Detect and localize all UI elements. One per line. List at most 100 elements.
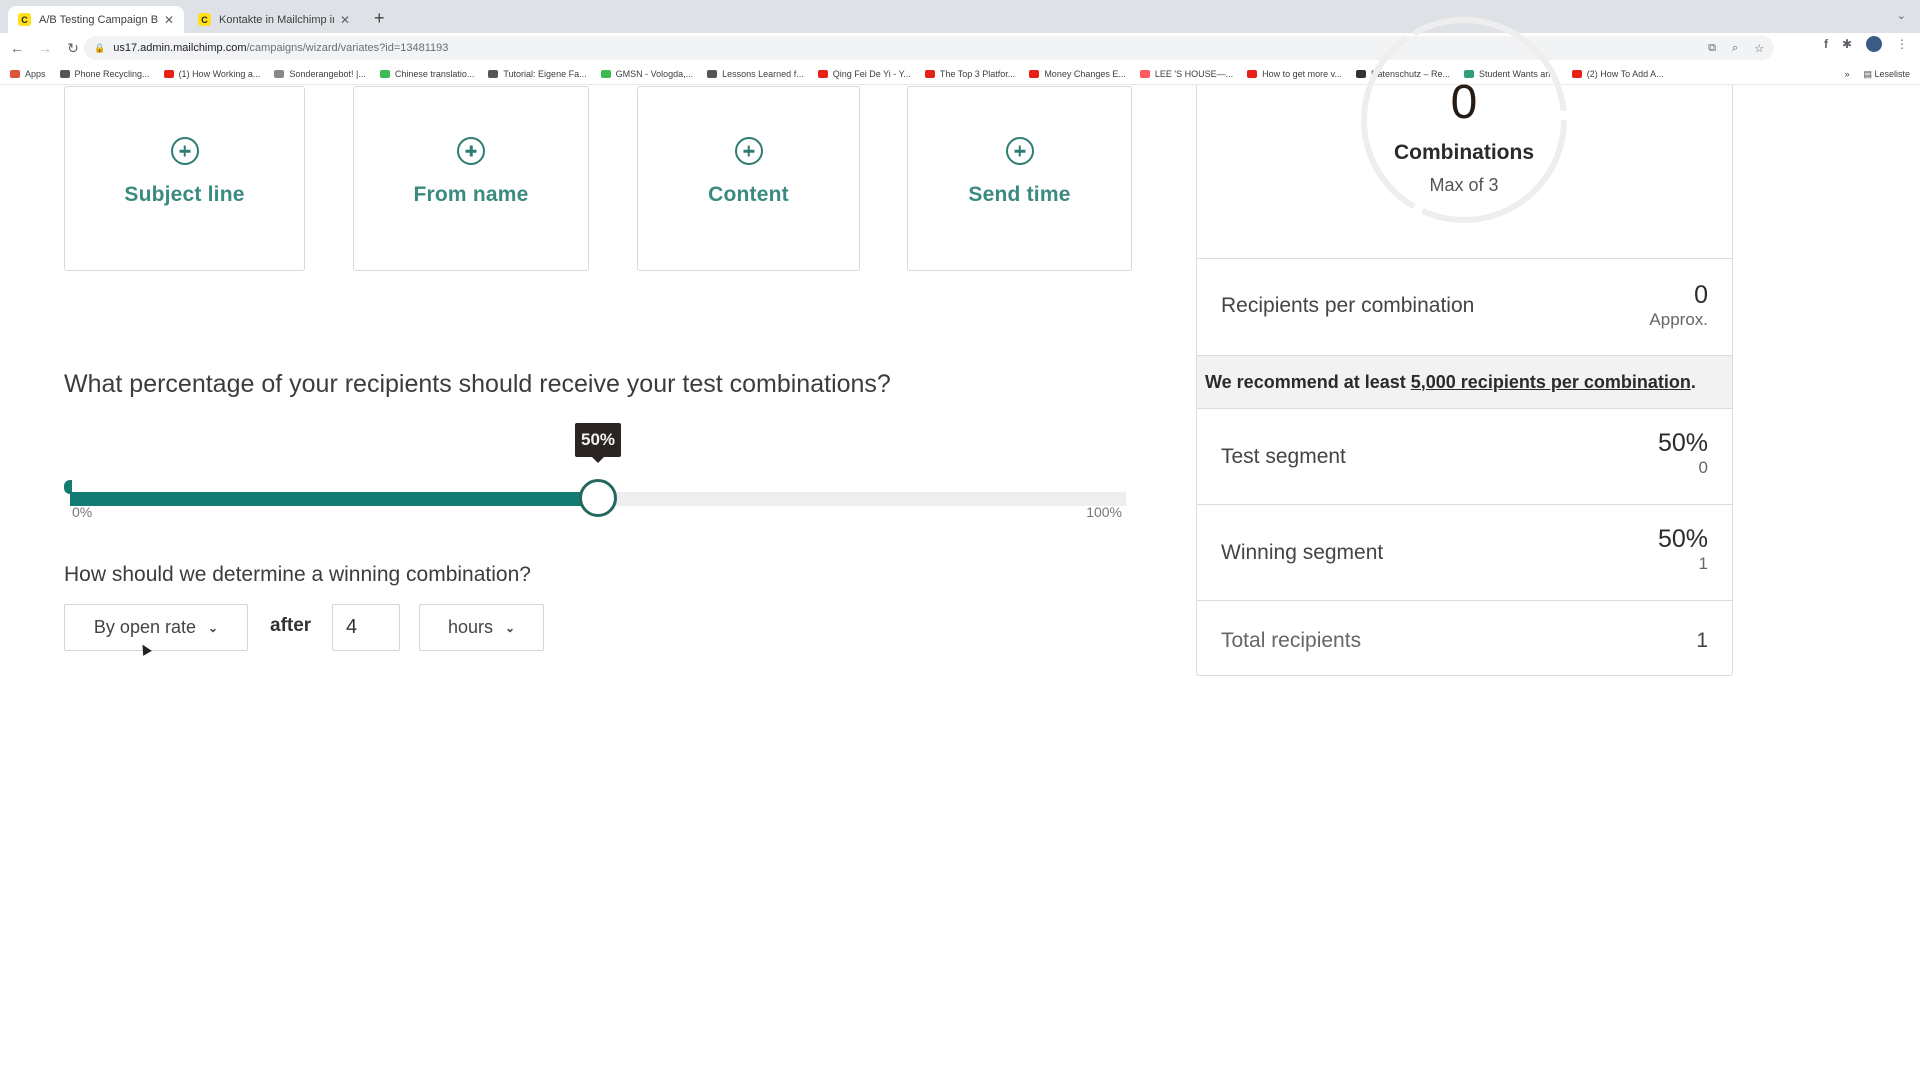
close-tab-icon[interactable]: ✕ bbox=[164, 13, 174, 27]
bookmark-favicon-icon bbox=[488, 69, 499, 78]
combinations-max: Max of 3 bbox=[1429, 175, 1499, 195]
plus-circle-icon bbox=[734, 137, 763, 165]
approx-note: Approx. bbox=[1649, 310, 1708, 329]
card-label: Content bbox=[708, 183, 789, 206]
bookmark-item[interactable]: How to get more v... bbox=[1247, 69, 1342, 79]
bookmark-item[interactable]: Qing Fei De Yi - Y... bbox=[817, 68, 911, 79]
bookmark-label: (1) How Working a... bbox=[178, 68, 261, 79]
bookmark-item[interactable]: Phone Recycling... bbox=[59, 68, 150, 79]
bookmark-label: Chinese translatio... bbox=[394, 68, 475, 79]
bookmark-label: Lessons Learned f... bbox=[722, 68, 804, 79]
winning-metric-value: By open rate bbox=[93, 617, 196, 637]
bookmark-favicon-icon bbox=[924, 69, 935, 78]
extensions-puzzle-icon[interactable]: ✱ bbox=[1842, 37, 1852, 51]
bookmark-label: (2) How To Add A... bbox=[1586, 68, 1664, 79]
test-percentage-question: What percentage of your recipients shoul… bbox=[64, 370, 891, 398]
duration-unit-value: hours bbox=[447, 617, 493, 637]
back-icon[interactable]: ← bbox=[6, 40, 28, 56]
bookmark-favicon-icon bbox=[600, 69, 611, 78]
card-label: From name bbox=[413, 183, 529, 206]
bookmark-favicon-icon bbox=[1139, 69, 1150, 78]
bookmark-label: Apps bbox=[25, 68, 46, 79]
row-value: 1 bbox=[1696, 629, 1708, 653]
bookmark-item[interactable]: Money Changes E... bbox=[1029, 69, 1126, 79]
reading-list-icon: ▤ bbox=[1863, 68, 1875, 79]
bookmark-item[interactable]: Chinese translatio... bbox=[379, 68, 475, 79]
total-recipients-row: Total recipients 1 bbox=[1197, 600, 1732, 676]
tab-title: Kontakte in Mailchimp importie bbox=[219, 13, 334, 26]
close-tab-icon[interactable]: ✕ bbox=[340, 13, 350, 27]
slider-value-tooltip: 50% bbox=[574, 423, 622, 457]
bookmark-item[interactable]: (1) How Working a... bbox=[163, 68, 261, 79]
bookmark-favicon-icon bbox=[1571, 69, 1582, 78]
winning-metric-select[interactable]: By open rate ⌄ bbox=[64, 604, 248, 651]
winning-segment-row: Winning segment 50% 1 bbox=[1197, 504, 1732, 600]
card-label: Send time bbox=[968, 183, 1071, 206]
reading-list-button[interactable]: ▤ Leseliste bbox=[1863, 69, 1910, 80]
bookmark-item[interactable]: GMSN - Vologda,... bbox=[600, 68, 694, 79]
profile-avatar[interactable] bbox=[1866, 36, 1882, 52]
recipients-per-combination-row: Recipients per combination 0 Approx. bbox=[1197, 258, 1732, 355]
bookmark-favicon-icon bbox=[10, 69, 20, 78]
chevron-down-icon: ⌄ bbox=[504, 620, 516, 635]
facebook-extension-icon[interactable]: f bbox=[1824, 37, 1828, 51]
bookmarks-overflow-button[interactable]: » bbox=[1844, 69, 1849, 79]
bookmark-item[interactable]: Tutorial: Eigene Fa... bbox=[488, 69, 587, 79]
bookmark-favicon-icon bbox=[59, 69, 70, 78]
bookmark-label: The Top 3 Platfor... bbox=[939, 68, 1016, 79]
chevron-down-icon: ⌄ bbox=[208, 620, 219, 635]
slider-min-label: 0% bbox=[72, 504, 93, 520]
plus-circle-icon bbox=[457, 137, 485, 165]
gauge-labels: 0 Combinations Max of 3 bbox=[1359, 15, 1569, 225]
slider-thumb[interactable] bbox=[579, 479, 617, 517]
test-percentage-slider[interactable]: 0% 100% 50% bbox=[64, 423, 1132, 540]
extensions-area: f ✱ ⋮ bbox=[1824, 36, 1908, 52]
variable-card-content[interactable]: Content bbox=[637, 86, 860, 271]
browser-tab[interactable]: C Kontakte in Mailchimp importie ✕ bbox=[188, 6, 360, 33]
bookmark-item[interactable]: Apps bbox=[10, 69, 46, 79]
new-tab-button[interactable]: + bbox=[374, 8, 385, 29]
row-label: Total recipients bbox=[1221, 629, 1362, 652]
plus-circle-icon bbox=[1005, 137, 1034, 165]
recipients-per-combination-value: 0 bbox=[1694, 281, 1708, 309]
reload-icon[interactable]: ↻ bbox=[62, 40, 84, 57]
forward-icon[interactable]: → bbox=[34, 40, 56, 56]
bookmark-star-icon[interactable]: ☆ bbox=[1754, 42, 1764, 55]
bookmark-favicon-icon bbox=[707, 69, 718, 78]
translate-icon[interactable]: ⧉ bbox=[1708, 42, 1716, 55]
winning-segment-percent: 50% bbox=[1657, 525, 1708, 553]
bookmark-label: Phone Recycling... bbox=[74, 68, 150, 79]
test-segment-count: 0 bbox=[1698, 458, 1708, 477]
bookmark-item[interactable]: (2) How To Add A... bbox=[1571, 68, 1664, 79]
bookmark-item[interactable]: The Top 3 Platfor... bbox=[924, 68, 1016, 79]
total-recipients-value: 1 bbox=[1696, 629, 1708, 652]
bookmark-item[interactable]: LEE 'S HOUSE—... bbox=[1139, 69, 1233, 79]
tab-search-chevron-icon[interactable]: ⌄ bbox=[1897, 9, 1906, 22]
combinations-label: Combinations bbox=[1394, 141, 1534, 164]
bookmark-item[interactable]: Sonderangebot! |... bbox=[274, 69, 366, 79]
bookmark-item[interactable]: Lessons Learned f... bbox=[707, 69, 804, 79]
row-value: 50% 0 bbox=[1658, 429, 1708, 478]
tab-title: A/B Testing Campaign Builder bbox=[39, 13, 158, 26]
test-segment-row: Test segment 50% 0 bbox=[1197, 408, 1732, 504]
mailchimp-favicon-icon: C bbox=[18, 13, 31, 26]
browser-tab-active[interactable]: C A/B Testing Campaign Builder ✕ bbox=[8, 6, 184, 33]
row-label: Test segment bbox=[1221, 445, 1346, 468]
variable-card-send-time[interactable]: Send time bbox=[907, 86, 1132, 271]
after-label: after bbox=[270, 615, 312, 636]
bookmark-label: Money Changes E... bbox=[1044, 68, 1126, 79]
menu-kebab-icon[interactable]: ⋮ bbox=[1896, 37, 1908, 51]
recommend-text: We recommend at least bbox=[1205, 371, 1406, 392]
duration-input[interactable] bbox=[332, 604, 400, 651]
bookmark-label: GMSN - Vologda,... bbox=[615, 68, 694, 79]
recommend-link[interactable]: 5,000 recipients per combination bbox=[1411, 372, 1691, 393]
bookmark-label: Qing Fei De Yi - Y... bbox=[832, 68, 911, 79]
variable-card-from-name[interactable]: From name bbox=[353, 86, 589, 271]
duration-unit-select[interactable]: hours ⌄ bbox=[419, 604, 544, 651]
row-label: Winning segment bbox=[1221, 541, 1384, 564]
zoom-icon[interactable]: ⌕ bbox=[1732, 42, 1738, 55]
bookmark-favicon-icon bbox=[1247, 69, 1258, 78]
bookmark-favicon-icon bbox=[379, 69, 390, 78]
row-value: 0 Approx. bbox=[1649, 281, 1708, 330]
variable-card-subject-line[interactable]: Subject line bbox=[64, 86, 305, 271]
